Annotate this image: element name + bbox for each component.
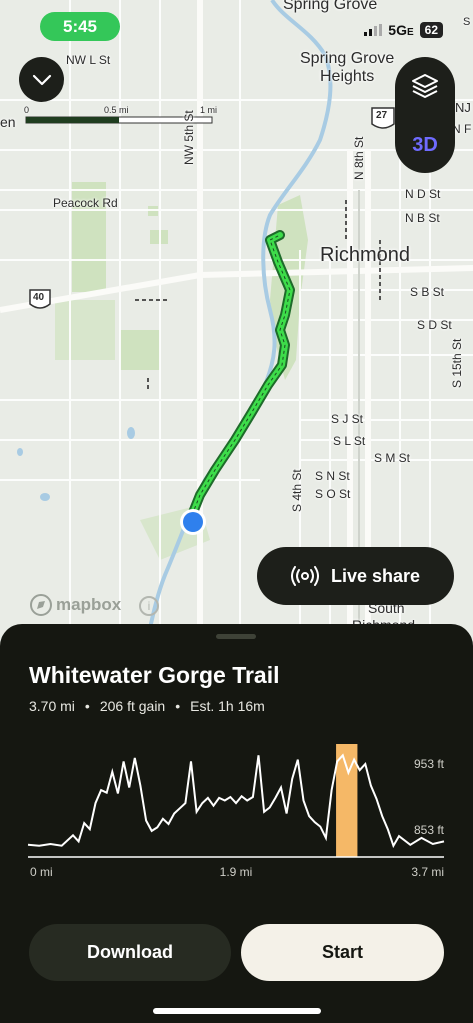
map-label-n-b-st: N B St: [405, 211, 440, 225]
collapse-button[interactable]: [19, 57, 64, 102]
map-label-nf: N F S: [452, 122, 473, 136]
scale-label-one: 1 mi: [200, 105, 218, 115]
y-tick-label: 853 ft: [414, 823, 445, 837]
stat-separator: •: [84, 698, 90, 714]
trail-title: Whitewater Gorge Trail: [29, 662, 280, 688]
trail-distance: 3.70 mi: [29, 698, 75, 714]
layers-button[interactable]: [395, 57, 455, 115]
start-button[interactable]: Start: [241, 924, 444, 981]
x-tick-label: 0 mi: [30, 865, 53, 879]
trail-estimate: Est. 1h 16m: [190, 698, 265, 714]
map-label-peacock-rd: Peacock Rd: [53, 196, 118, 210]
route-40-label: 40: [33, 292, 45, 303]
mapbox-logo[interactable]: mapbox: [30, 594, 121, 616]
map-label-nj: NJ: [455, 100, 471, 115]
map-label-en: en: [0, 114, 16, 130]
mapbox-icon: [30, 594, 52, 616]
download-button[interactable]: Download: [29, 924, 231, 981]
live-share-button[interactable]: Live share: [257, 547, 454, 605]
map-label-spring-grove: Spring Grove: [283, 0, 378, 13]
battery-icon: 62: [419, 22, 443, 38]
map-label-s-b-st: S B St: [410, 285, 445, 299]
pond: [17, 448, 23, 456]
scale-label-half: 0.5 mi: [104, 105, 129, 115]
trail-stats: 3.70 mi • 206 ft gain • Est. 1h 16m: [29, 698, 265, 714]
home-indicator: [153, 1008, 321, 1014]
park-area: [55, 300, 115, 360]
current-location-dot[interactable]: [183, 512, 203, 532]
map-label-nw-l-st: NW L St: [66, 53, 111, 67]
scale-label-zero: 0: [24, 105, 30, 115]
elevation-chart[interactable]: 953 ft 853 ft 0 mi 1.9 mi 3.7 mi: [20, 736, 460, 886]
network-label: 5GE: [388, 22, 414, 38]
chevron-down-icon: [32, 74, 51, 85]
map-label-s-n-st: S N St: [315, 469, 350, 483]
map-label-s-o-st: S O St: [315, 487, 351, 501]
pond: [127, 427, 135, 439]
pond: [40, 493, 50, 501]
x-tick-label: 3.7 mi: [411, 865, 444, 879]
map-label-heights: Heights: [320, 68, 375, 85]
layers-icon: [412, 74, 438, 98]
status-indicators: 5GE 62: [364, 22, 443, 38]
map-label-nw-5th-st: NW 5th St: [182, 110, 196, 165]
map-label-s-l-st: S L St: [333, 434, 366, 448]
signal-icon: [364, 24, 383, 36]
live-share-label: Live share: [330, 565, 421, 586]
map-label-s-m-st: S M St: [374, 451, 411, 465]
park-area: [120, 330, 160, 370]
map-label-s-right: S: [463, 16, 471, 28]
y-tick-label: 953 ft: [414, 757, 445, 771]
info-icon[interactable]: i: [139, 596, 159, 616]
elevation-line: [27, 753, 445, 849]
stat-separator: •: [175, 698, 181, 714]
mapbox-label: mapbox: [56, 595, 122, 614]
trail-gain: 206 ft gain: [99, 698, 166, 714]
route-27-label: 27: [376, 110, 388, 121]
map-label-s-j-st: S J St: [331, 412, 364, 426]
broadcast-icon: [290, 566, 319, 586]
map-label-s-15th-st: S 15th St: [450, 338, 464, 388]
trail-bottom-sheet: Whitewater Gorge Trail 3.70 mi • 206 ft …: [0, 624, 473, 1023]
map-controls: 3D: [395, 57, 455, 173]
map-label-s-d-st: S D St: [417, 318, 452, 332]
map-label-n-8th-st: N 8th St: [352, 136, 366, 180]
map-label-n-d-st: N D St: [405, 187, 441, 201]
map-label-richmond: Richmond: [320, 244, 411, 266]
status-time: 5:45: [40, 12, 120, 41]
map-label-spring-grove-heights: Spring Grove: [300, 50, 395, 67]
sheet-grabber[interactable]: [216, 634, 256, 639]
map-label-s-4th-st: S 4th St: [290, 469, 304, 512]
x-tick-label: 1.9 mi: [220, 865, 253, 879]
3d-toggle-button[interactable]: 3D: [395, 117, 455, 173]
